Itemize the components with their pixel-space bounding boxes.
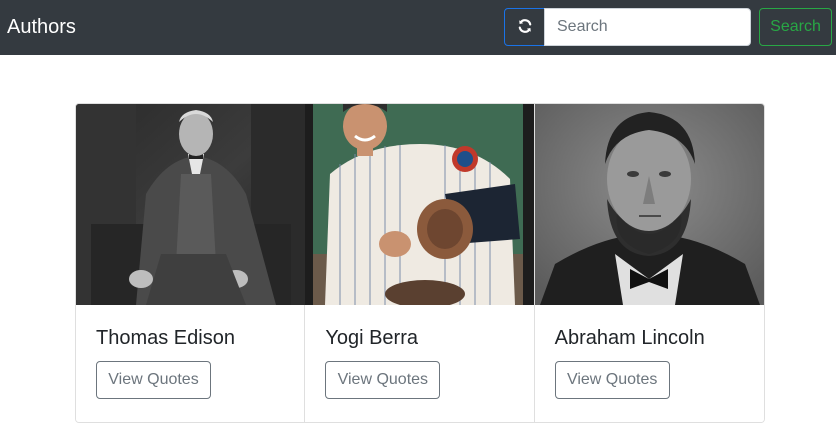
author-name: Thomas Edison <box>96 327 235 349</box>
author-card: Abraham Lincoln View Quotes <box>534 104 764 422</box>
refresh-icon <box>517 18 533 37</box>
view-quotes-button[interactable]: View Quotes <box>96 361 211 399</box>
yogi-berra-photo <box>305 104 535 305</box>
abraham-lincoln-photo <box>534 104 764 305</box>
author-card: Yogi Berra View Quotes <box>305 104 535 422</box>
view-quotes-button[interactable]: View Quotes <box>325 361 441 399</box>
author-card: Thomas Edison View Quotes <box>76 104 306 422</box>
thomas-edison-photo <box>76 104 305 305</box>
search-button[interactable]: Search <box>759 8 832 46</box>
search-input[interactable] <box>544 8 751 46</box>
view-quotes-button[interactable]: View Quotes <box>554 361 670 399</box>
navbar-brand[interactable]: Authors <box>7 14 76 41</box>
navbar: Authors Search <box>0 0 836 55</box>
refresh-button[interactable] <box>504 8 545 46</box>
author-name: Abraham Lincoln <box>554 327 705 349</box>
author-name: Yogi Berra <box>325 327 418 349</box>
author-card-group: Thomas Edison View Quotes Yogi Berra Vie… <box>75 103 765 423</box>
